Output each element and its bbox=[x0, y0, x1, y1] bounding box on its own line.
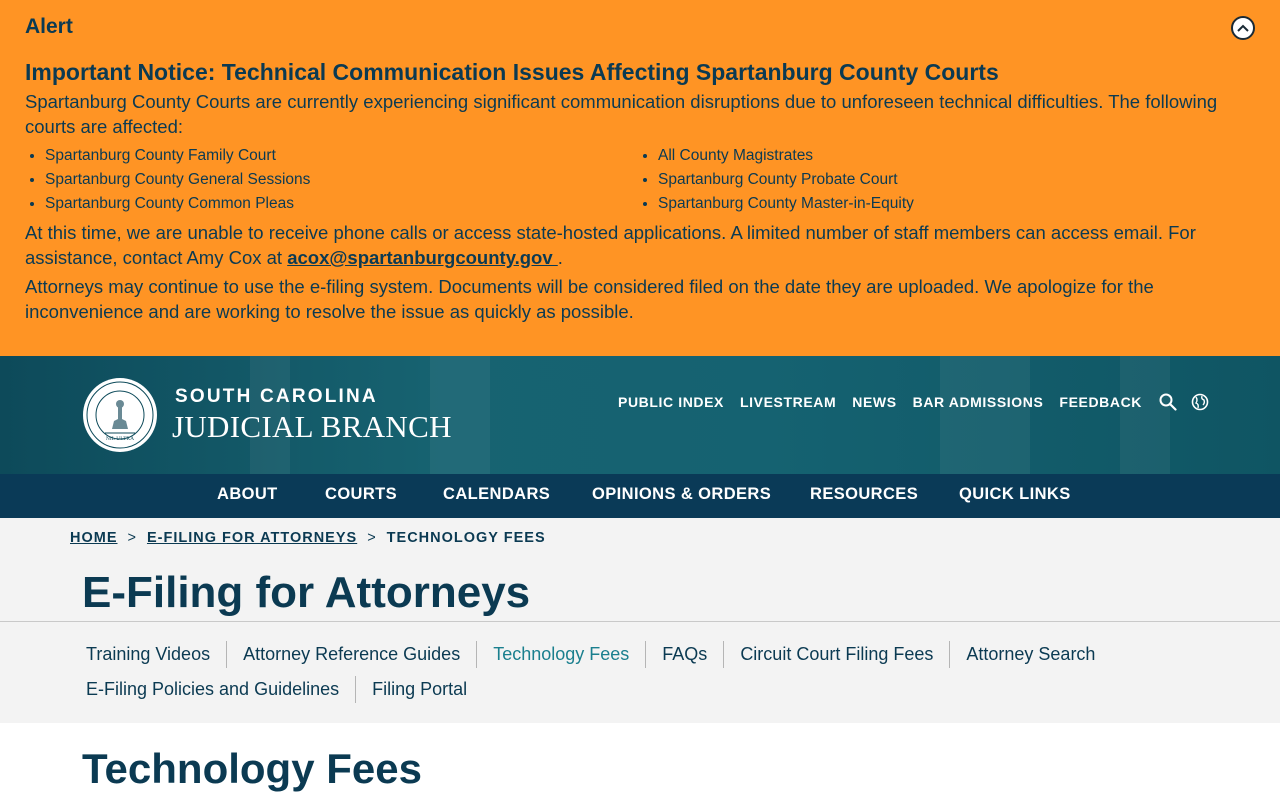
contact-text: At this time, we are unable to receive p… bbox=[25, 222, 1196, 268]
breadcrumb-separator: > bbox=[367, 530, 377, 546]
section-title: Technology Fees bbox=[82, 745, 422, 792]
nav-item-opinions-orders[interactable]: OPINIONS & ORDERS bbox=[592, 485, 771, 504]
nav-item-courts[interactable]: COURTS bbox=[325, 485, 397, 504]
list-item: Spartanburg County General Sessions bbox=[45, 168, 310, 192]
nav-item-resources[interactable]: RESOURCES bbox=[810, 485, 918, 504]
section-subnav-row-1: Training Videos Attorney Reference Guide… bbox=[70, 641, 1111, 668]
alert-intro: Spartanburg County Courts are currently … bbox=[25, 91, 1218, 137]
alert-heading: Important Notice: Technical Communicatio… bbox=[25, 59, 999, 85]
breadcrumb-home[interactable]: HOME bbox=[70, 530, 118, 546]
subnav-attorney-reference-guides[interactable]: Attorney Reference Guides bbox=[226, 641, 476, 668]
util-link-livestream[interactable]: LIVESTREAM bbox=[740, 394, 836, 410]
subnav-filing-portal[interactable]: Filing Portal bbox=[355, 676, 483, 703]
affected-courts-list-1: Spartanburg County Family Court Spartanb… bbox=[25, 144, 310, 216]
header-bg-decoration bbox=[940, 356, 1030, 474]
main-nav: ABOUT COURTS CALENDARS OPINIONS & ORDERS… bbox=[0, 474, 1280, 518]
search-button[interactable] bbox=[1158, 392, 1178, 412]
breadcrumb-current: TECHNOLOGY FEES bbox=[386, 530, 546, 546]
list-item: Spartanburg County Master-in-Equity bbox=[658, 192, 914, 216]
site-header: NIL ULTRA SOUTH CAROLINA JUDICIAL BRANCH… bbox=[0, 356, 1280, 474]
nav-item-about[interactable]: ABOUT bbox=[217, 485, 278, 504]
affected-courts-list-2: All County Magistrates Spartanburg Count… bbox=[638, 144, 914, 216]
list-item: Spartanburg County Probate Court bbox=[658, 168, 914, 192]
breadcrumb: HOME > E-FILING FOR ATTORNEYS > TECHNOLO… bbox=[70, 530, 546, 546]
search-icon bbox=[1159, 393, 1177, 411]
contact-email-link[interactable]: acox@spartanburgcounty.gov bbox=[287, 247, 558, 268]
breadcrumb-efiling[interactable]: E-FILING FOR ATTORNEYS bbox=[147, 530, 357, 546]
alert-collapse-button[interactable] bbox=[1231, 16, 1255, 40]
subnav-faqs[interactable]: FAQs bbox=[645, 641, 723, 668]
util-link-news[interactable]: NEWS bbox=[852, 394, 896, 410]
alert-banner: Alert Important Notice: Technical Commun… bbox=[0, 0, 1280, 356]
chevron-up-icon bbox=[1237, 24, 1249, 32]
page-title: E-Filing for Attorneys bbox=[82, 568, 531, 617]
brand-bottom-text[interactable]: JUDICIAL BRANCH bbox=[172, 409, 452, 445]
contact-end: . bbox=[557, 247, 563, 268]
subnav-technology-fees[interactable]: Technology Fees bbox=[476, 641, 645, 668]
section-subnav-row-2: E-Filing Policies and Guidelines Filing … bbox=[70, 676, 483, 703]
alert-filing-text: Attorneys may continue to use the e-fili… bbox=[25, 276, 1154, 322]
subnav-efiling-policies[interactable]: E-Filing Policies and Guidelines bbox=[70, 676, 355, 703]
court-seal-logo[interactable]: NIL ULTRA bbox=[82, 377, 158, 453]
divider bbox=[0, 621, 1280, 622]
utility-nav: PUBLIC INDEX LIVESTREAM NEWS BAR ADMISSI… bbox=[618, 392, 1222, 412]
list-item: Spartanburg County Common Pleas bbox=[45, 192, 310, 216]
subnav-training-videos[interactable]: Training Videos bbox=[70, 641, 226, 668]
language-button[interactable] bbox=[1190, 392, 1210, 412]
alert-contact-text: At this time, we are unable to receive p… bbox=[25, 220, 1260, 270]
list-item: Spartanburg County Family Court bbox=[45, 144, 310, 168]
subnav-attorney-search[interactable]: Attorney Search bbox=[949, 641, 1111, 668]
subnav-circuit-court-filing-fees[interactable]: Circuit Court Filing Fees bbox=[723, 641, 949, 668]
nav-item-quick-links[interactable]: QUICK LINKS bbox=[959, 485, 1071, 504]
alert-label: Alert bbox=[25, 15, 73, 38]
util-link-feedback[interactable]: FEEDBACK bbox=[1059, 394, 1142, 410]
brand-top-text[interactable]: SOUTH CAROLINA bbox=[175, 386, 378, 408]
nav-item-calendars[interactable]: CALENDARS bbox=[443, 485, 550, 504]
util-link-public-index[interactable]: PUBLIC INDEX bbox=[618, 394, 724, 410]
util-link-bar-admissions[interactable]: BAR ADMISSIONS bbox=[913, 394, 1044, 410]
header-bg-decoration bbox=[1120, 356, 1170, 474]
svg-text:NIL ULTRA: NIL ULTRA bbox=[106, 436, 134, 442]
globe-icon bbox=[1191, 393, 1209, 411]
breadcrumb-separator: > bbox=[127, 530, 137, 546]
list-item: All County Magistrates bbox=[658, 144, 914, 168]
